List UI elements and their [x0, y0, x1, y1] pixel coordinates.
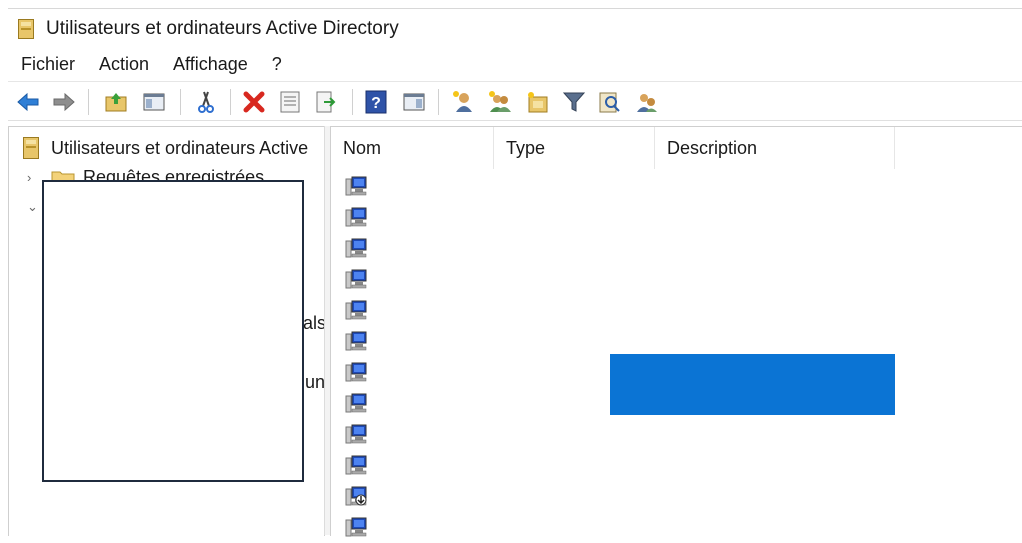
computer-icon[interactable] — [345, 423, 367, 445]
computer-icon[interactable] — [345, 361, 367, 383]
title-bar: Utilisateurs et ordinateurs Active Direc… — [8, 8, 1022, 49]
toolbar-separator — [352, 89, 353, 115]
toolbar: ? — [8, 82, 1022, 121]
chevron-right-icon[interactable]: › — [27, 170, 31, 185]
show-hide-console-tree-icon[interactable] — [142, 90, 166, 114]
ad-root-icon — [23, 137, 39, 159]
back-icon[interactable] — [16, 90, 40, 114]
toolbar-separator — [88, 89, 89, 115]
computer-icon[interactable] — [345, 392, 367, 414]
toolbar-separator — [230, 89, 231, 115]
export-icon[interactable] — [314, 90, 338, 114]
tree-root-label: Utilisateurs et ordinateurs Active — [51, 137, 309, 158]
menu-action[interactable]: Action — [88, 54, 160, 75]
forward-icon[interactable] — [52, 90, 76, 114]
new-ou-icon[interactable] — [526, 90, 550, 114]
chevron-down-icon[interactable]: ⌄ — [27, 199, 38, 215]
tree-item-partial-label: un — [305, 372, 326, 392]
delete-icon[interactable] — [242, 90, 266, 114]
computer-icon[interactable] — [345, 268, 367, 290]
up-folder-icon[interactable] — [104, 90, 128, 114]
computer-icon[interactable] — [345, 454, 367, 476]
computer-disabled-icon[interactable] — [345, 485, 367, 507]
cut-icon[interactable] — [194, 90, 218, 114]
find-icon[interactable] — [598, 90, 622, 114]
help-icon[interactable]: ? — [364, 90, 388, 114]
column-header-description[interactable]: Description — [655, 127, 895, 169]
redaction-box — [42, 180, 304, 482]
properties-icon[interactable] — [278, 90, 302, 114]
show-action-pane-icon[interactable] — [402, 90, 426, 114]
selection-redaction — [610, 354, 895, 415]
menu-bar: Fichier Action Affichage ? — [8, 48, 1022, 82]
add-to-group-icon[interactable] — [634, 90, 658, 114]
computer-icon[interactable] — [345, 206, 367, 228]
new-user-icon[interactable] — [452, 90, 476, 114]
tree-item-partial-label: als — [303, 313, 327, 333]
column-header-name[interactable]: Nom — [331, 127, 494, 169]
computer-icon[interactable] — [345, 330, 367, 352]
computer-icon[interactable] — [345, 175, 367, 197]
menu-file[interactable]: Fichier — [10, 54, 86, 75]
computer-icon[interactable] — [345, 237, 367, 259]
results-pane: Nom Type Description — [330, 126, 1022, 537]
window-title: Utilisateurs et ordinateurs Active Direc… — [46, 18, 399, 39]
ad-app-icon — [18, 19, 34, 39]
tree-root[interactable]: Utilisateurs et ordinateurs Active — [23, 137, 308, 159]
menu-view[interactable]: Affichage — [162, 54, 259, 75]
computer-icon[interactable] — [345, 299, 367, 321]
toolbar-separator — [438, 89, 439, 115]
svg-text:?: ? — [371, 95, 381, 112]
filter-icon[interactable] — [562, 90, 586, 114]
new-group-icon[interactable] — [488, 90, 512, 114]
toolbar-separator — [180, 89, 181, 115]
menu-help[interactable]: ? — [261, 54, 293, 75]
column-header-type[interactable]: Type — [494, 127, 655, 169]
